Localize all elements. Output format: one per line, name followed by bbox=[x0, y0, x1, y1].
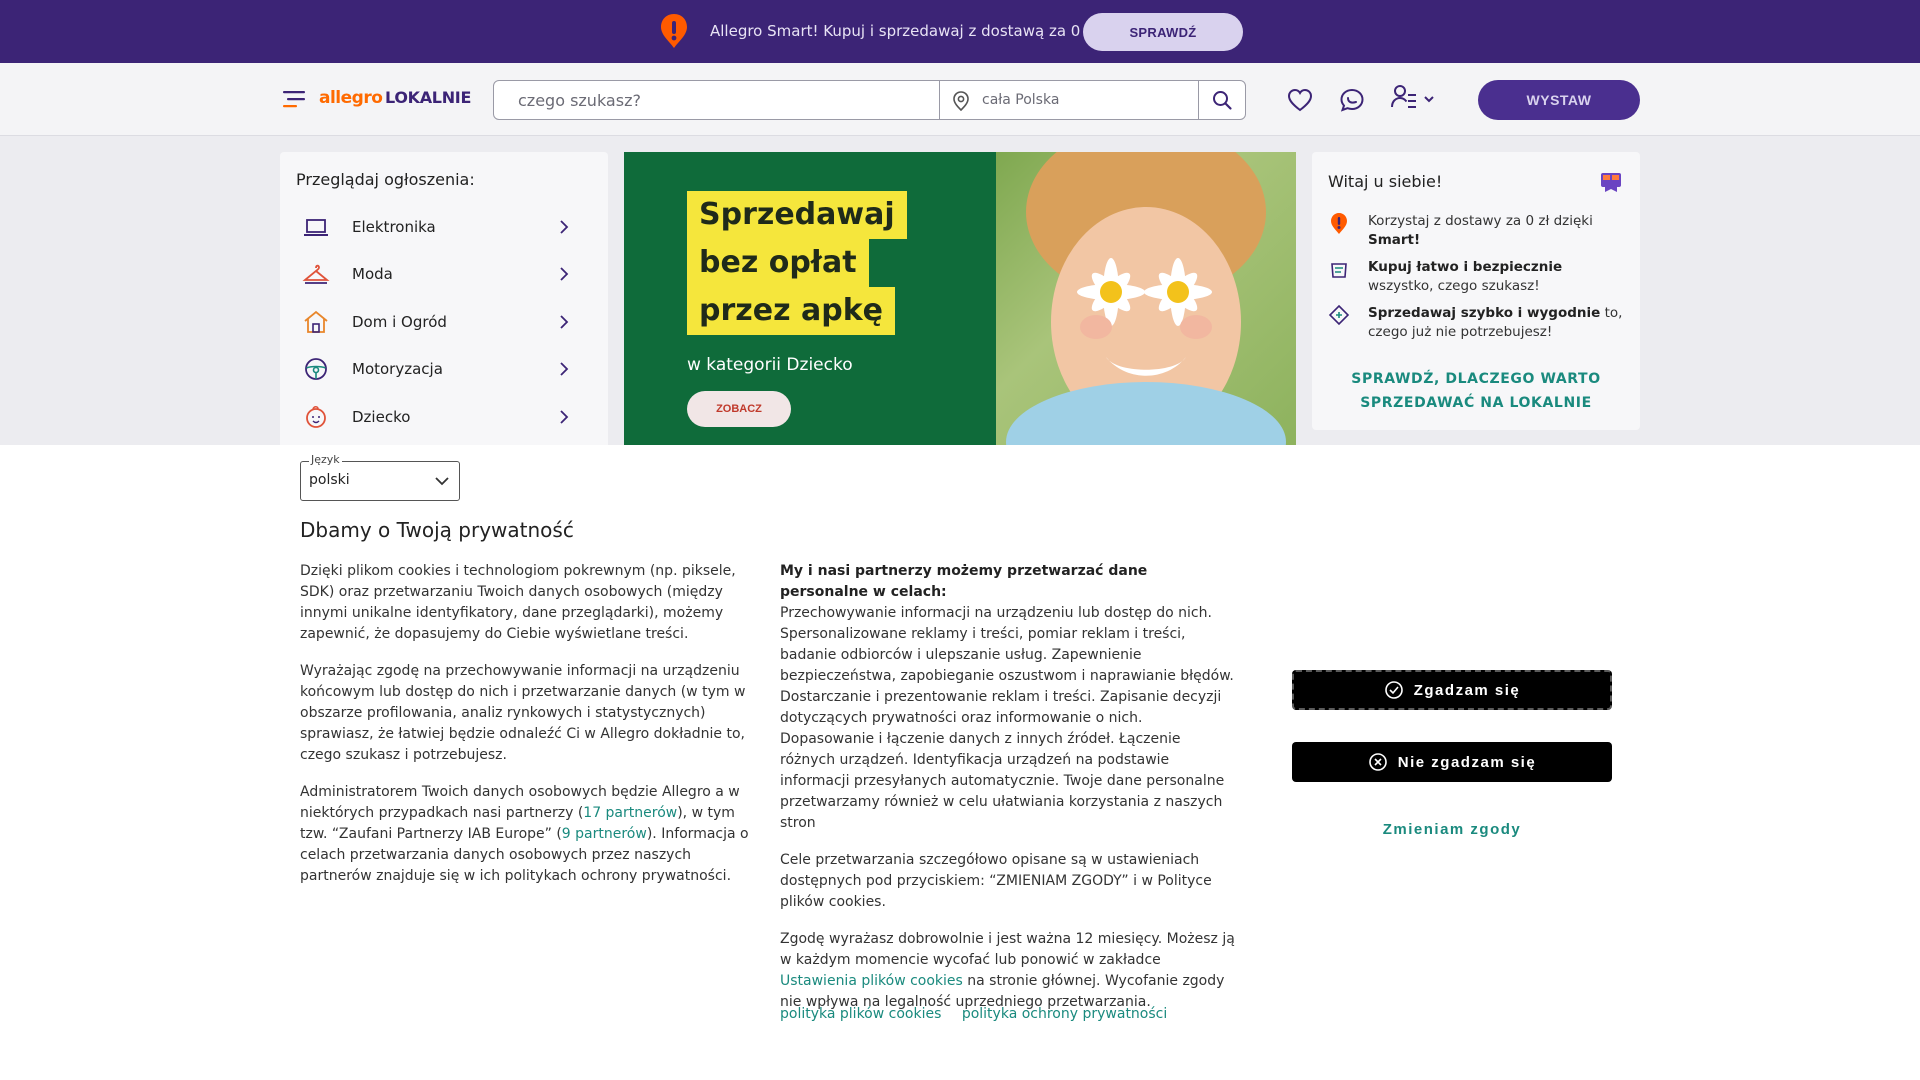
check-circle-icon bbox=[1384, 681, 1403, 699]
banner-photo bbox=[996, 152, 1296, 452]
menu-icon[interactable] bbox=[282, 87, 306, 111]
cookie-settings-link[interactable]: Ustawienia plików cookies bbox=[780, 973, 963, 989]
category-label: Dziecko bbox=[352, 408, 411, 426]
welcome-row-text: Kupuj łatwo i bezpiecznie wszystko, czeg… bbox=[1368, 259, 1563, 294]
cookie-paragraph: Cele przetwarzania szczegółowo opisane s… bbox=[780, 852, 1212, 910]
category-label: Elektronika bbox=[352, 218, 436, 236]
cookie-policy-link[interactable]: polityka plików cookies bbox=[780, 1006, 941, 1022]
privacy-policy-link[interactable]: polityka ochrony prywatności bbox=[962, 1006, 1167, 1022]
shopping-bag-icon bbox=[1331, 263, 1347, 278]
steering-wheel-icon bbox=[305, 358, 327, 380]
baby-icon bbox=[306, 405, 326, 428]
heart-icon[interactable] bbox=[1286, 86, 1314, 114]
chevron-right-icon bbox=[560, 220, 569, 234]
welcome-title: Witaj u siebie! bbox=[1328, 172, 1443, 191]
cookie-paragraph: Przechowywanie informacji na urządzeniu … bbox=[780, 605, 1234, 831]
banner-text-panel: Sprzedawaj bez opłat przez apkę w katego… bbox=[624, 152, 996, 452]
category-card-title: Przeglądaj ogłoszenia: bbox=[296, 170, 475, 189]
banner-headline-line: Sprzedawaj bbox=[687, 191, 907, 239]
chevron-right-icon bbox=[560, 410, 569, 424]
reject-cookies-button[interactable]: Nie zgadzam się bbox=[1292, 742, 1612, 782]
category-item-elektronika[interactable]: Elektronika bbox=[296, 204, 592, 250]
house-icon bbox=[304, 310, 328, 333]
language-select[interactable]: Język polski bbox=[300, 453, 460, 501]
hanger-icon bbox=[302, 264, 330, 284]
search-input[interactable] bbox=[518, 81, 918, 119]
purposes-heading: My i nasi partnerzy możemy przetwarzać d… bbox=[780, 563, 1148, 600]
search-button[interactable] bbox=[1199, 81, 1245, 119]
accept-label: Zgadzam się bbox=[1413, 681, 1521, 699]
smart-exclamation-icon bbox=[1331, 213, 1347, 234]
iab-partners-link[interactable]: 9 partnerów bbox=[562, 826, 647, 842]
category-label: Motoryzacja bbox=[352, 360, 443, 378]
promo-bar: Allegro Smart! Kupuj i sprzedawaj z dost… bbox=[0, 0, 1920, 63]
chevron-right-icon bbox=[560, 362, 569, 376]
cookie-paragraph: Wyrażając zgodę na przechowywanie inform… bbox=[300, 663, 746, 763]
welcome-row-buy: Kupuj łatwo i bezpiecznie wszystko, czeg… bbox=[1328, 258, 1628, 296]
search-icon bbox=[1213, 91, 1232, 110]
chevron-right-icon bbox=[560, 315, 569, 329]
banner-cta-button[interactable]: ZOBACZ bbox=[687, 391, 791, 427]
welcome-row-sell: Sprzedawaj szybko i wygodnie to, czego j… bbox=[1328, 304, 1628, 342]
language-label: Język bbox=[309, 453, 342, 466]
promo-banner[interactable]: Sprzedawaj bez opłat przez apkę w katego… bbox=[624, 152, 1296, 452]
smart-exclamation-icon bbox=[661, 14, 687, 48]
banner-headline-line: bez opłat bbox=[687, 239, 869, 287]
cookie-description: Dzięki plikom cookies i technologiom pok… bbox=[300, 561, 766, 903]
why-sell-link-line: SPRAWDŹ, DLACZEGO WARTO bbox=[1351, 371, 1601, 387]
location-input[interactable] bbox=[982, 81, 1182, 119]
welcome-row-text: Sprzedawaj szybko i wygodnie to, czego j… bbox=[1368, 305, 1623, 340]
why-sell-link[interactable]: SPRAWDŹ, DLACZEGO WARTO SPRZEDAWAĆ NA LO… bbox=[1328, 367, 1624, 415]
location-pin-icon bbox=[953, 91, 969, 112]
logo-allegro[interactable]: allegro bbox=[319, 88, 383, 108]
change-consents-button[interactable]: Zmieniam zgody bbox=[1292, 817, 1612, 841]
divider bbox=[939, 81, 940, 119]
cookie-paragraph: Dzięki plikom cookies i technologiom pok… bbox=[300, 563, 736, 642]
category-item-dom-i-ogrod[interactable]: Dom i Ogród bbox=[296, 299, 592, 345]
welcome-card: Witaj u siebie! Korzystaj z dostawy za 0… bbox=[1312, 152, 1640, 430]
accept-cookies-button[interactable]: Zgadzam się bbox=[1292, 670, 1612, 710]
partners-link[interactable]: 17 partnerów bbox=[583, 805, 677, 821]
welcome-row-text: Korzystaj z dostawy za 0 zł dzięki Smart… bbox=[1368, 213, 1593, 248]
laptop-icon bbox=[304, 219, 328, 236]
banner-headline-line: przez apkę bbox=[687, 287, 895, 335]
sell-button[interactable]: WYSTAW bbox=[1478, 80, 1640, 120]
chat-icon[interactable] bbox=[1338, 86, 1366, 114]
cookie-purposes: My i nasi partnerzy możemy przetwarzać d… bbox=[780, 561, 1240, 1029]
logo-lokalnie[interactable]: LOKALNIE bbox=[385, 88, 471, 107]
reject-label: Nie zgadzam się bbox=[1397, 753, 1537, 771]
chevron-right-icon bbox=[560, 267, 569, 281]
category-label: Dom i Ogród bbox=[352, 313, 447, 331]
search-bar bbox=[493, 80, 1246, 120]
policy-links: polityka plików cookies polityka ochrony… bbox=[780, 1006, 1183, 1022]
cookie-paragraph: Administratorem Twoich danych osobowych … bbox=[300, 784, 749, 884]
cookie-paragraph: Zgodę wyrażasz dobrowolnie i jest ważna … bbox=[780, 931, 1235, 1010]
promo-text: Allegro Smart! Kupuj i sprzedawaj z dost… bbox=[710, 22, 1098, 40]
chevron-down-icon[interactable] bbox=[1422, 92, 1436, 106]
category-card: Przeglądaj ogłoszenia: Elektronika Moda … bbox=[280, 152, 608, 452]
tag-icon bbox=[1328, 304, 1350, 326]
welcome-row-smart: Korzystaj z dostawy za 0 zł dzięki Smart… bbox=[1328, 212, 1628, 250]
child-with-daisies-illustration bbox=[1006, 152, 1286, 452]
shop-badge-icon bbox=[1601, 173, 1621, 192]
why-sell-link-line: SPRZEDAWAĆ NA LOKALNIE bbox=[1360, 395, 1592, 411]
category-item-dziecko[interactable]: Dziecko bbox=[296, 394, 592, 440]
category-item-moda[interactable]: Moda bbox=[296, 251, 592, 297]
chevron-down-icon bbox=[435, 477, 449, 486]
category-label: Moda bbox=[352, 265, 393, 283]
close-circle-icon bbox=[1368, 753, 1387, 771]
cookie-title: Dbamy o Twoją prywatność bbox=[300, 518, 574, 542]
language-value: polski bbox=[309, 472, 350, 488]
promo-check-button[interactable]: SPRAWDŹ bbox=[1083, 13, 1243, 51]
site-header: allegro LOKALNIE WYSTAW bbox=[0, 63, 1920, 136]
banner-subtitle: w kategorii Dziecko bbox=[687, 355, 853, 375]
user-account-icon[interactable] bbox=[1390, 83, 1418, 111]
cookie-consent-panel: Język polski Dbamy o Twoją prywatność Dz… bbox=[0, 445, 1920, 1080]
category-item-motoryzacja[interactable]: Motoryzacja bbox=[296, 346, 592, 392]
